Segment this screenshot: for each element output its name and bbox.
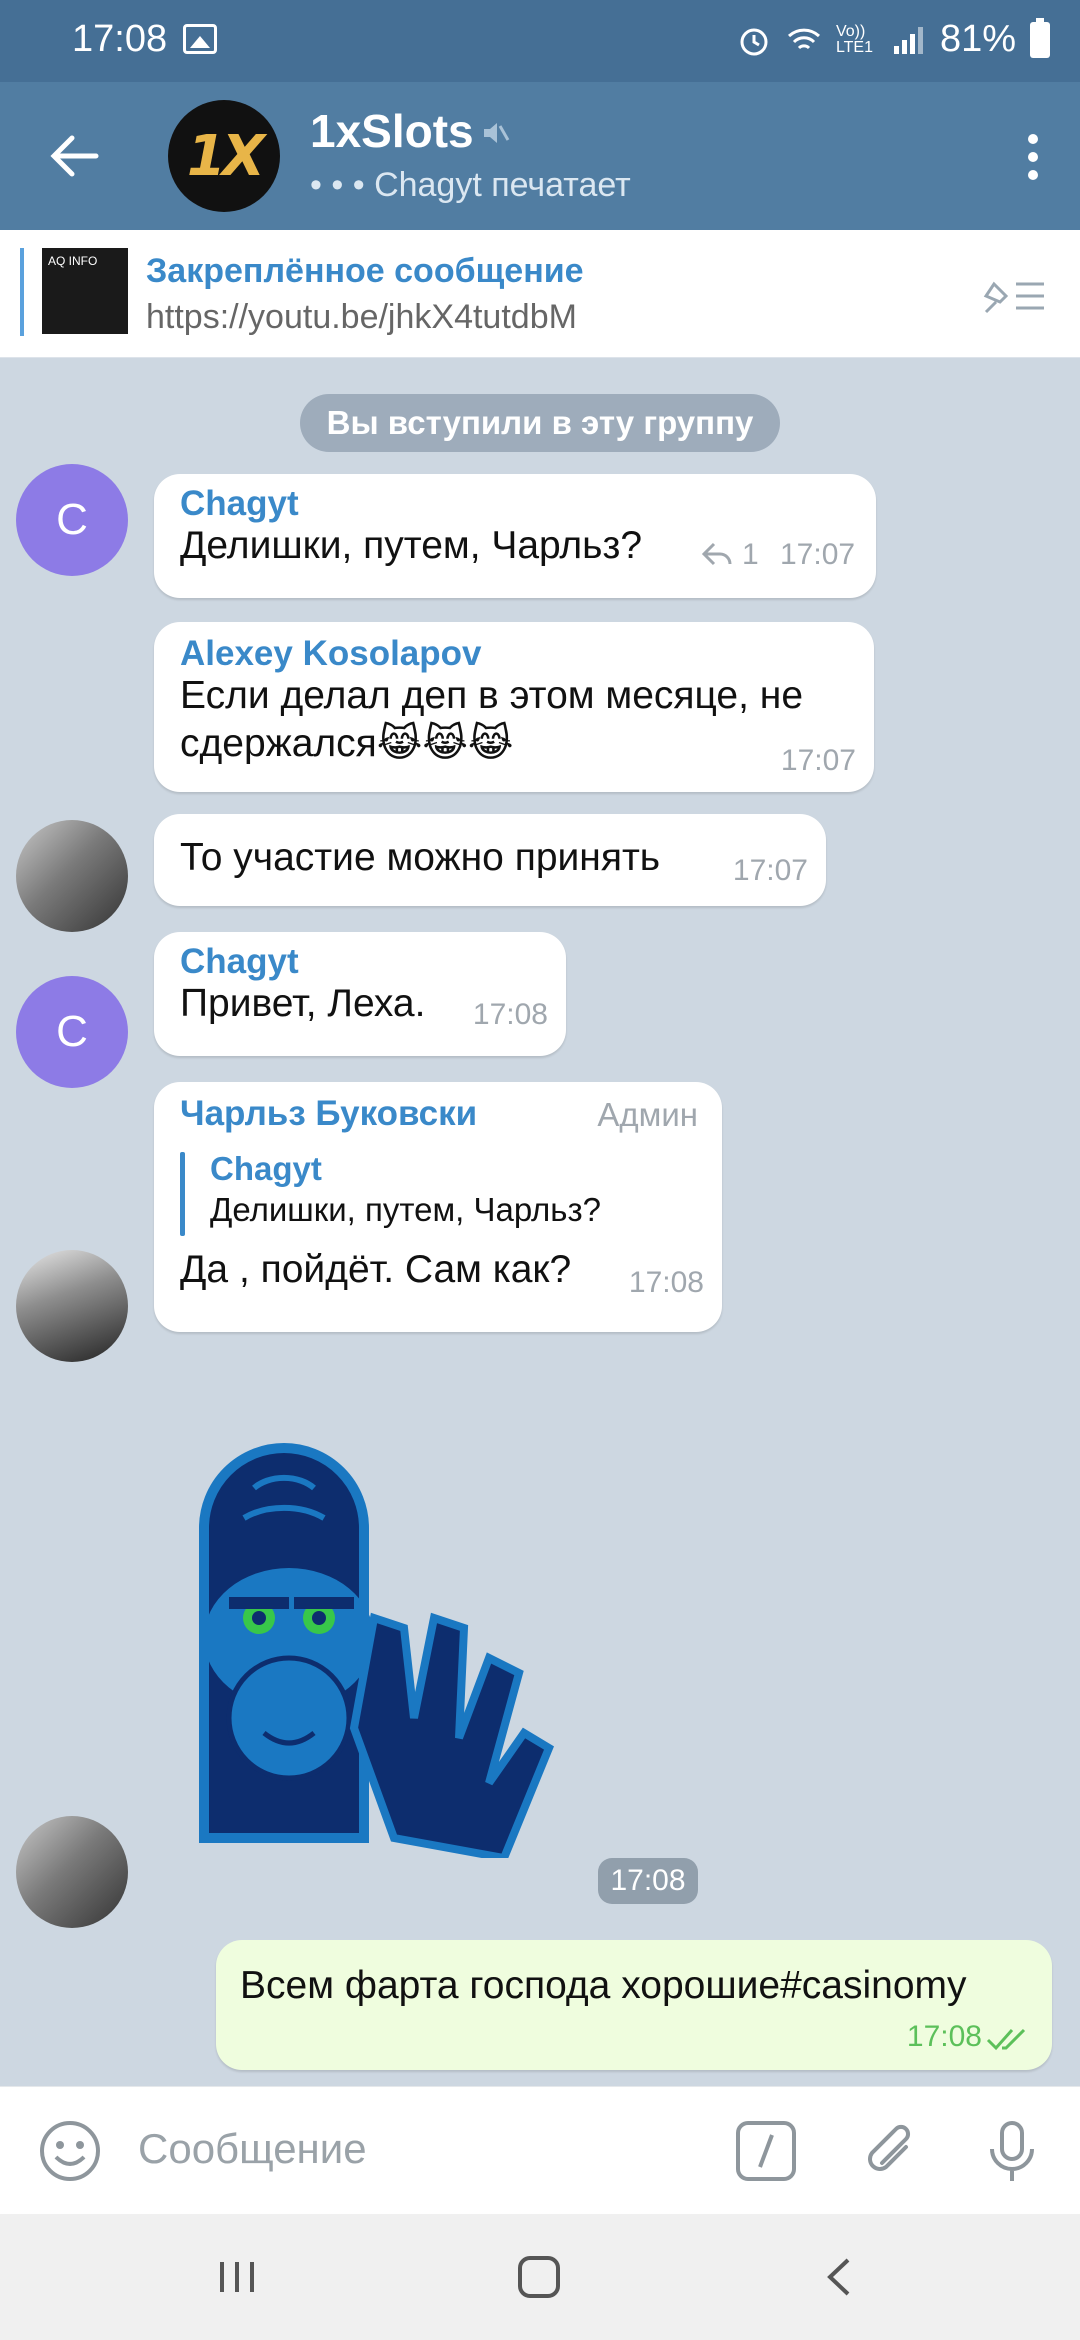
recent-apps-icon[interactable] — [212, 2252, 262, 2302]
chat-header: 1X 1xSlots • • • Chagyt печатает — [0, 82, 1080, 230]
message-bubble[interactable]: Чарльз Буковски Админ Chagyt Делишки, пу… — [154, 1082, 722, 1332]
message-bubble[interactable]: Chagyt Делишки, путем, Чарльз? 1 17:07 — [154, 474, 876, 598]
gallery-icon — [183, 24, 217, 54]
message-list[interactable]: Вы вступили в эту группу C Chagyt Делишк… — [0, 358, 1080, 2086]
nav-back-icon[interactable] — [816, 2252, 866, 2302]
message-sender[interactable]: Alexey Kosolapov — [180, 634, 482, 674]
typing-status: • • • Chagyt печатает — [310, 166, 631, 204]
message-text: То участие можно принять — [180, 836, 661, 879]
message-text: Делишки, путем, Чарльз? — [180, 524, 643, 567]
message-input[interactable]: Сообщение — [138, 2125, 367, 2173]
microphone-icon[interactable] — [978, 2117, 1046, 2185]
avatar[interactable] — [16, 1250, 128, 1362]
avatar[interactable]: C — [16, 464, 128, 576]
reply-text: Делишки, путем, Чарльз? — [210, 1191, 601, 1228]
message-sender[interactable]: Chagyt — [180, 942, 299, 982]
sticker-time: 17:08 — [598, 1858, 698, 1904]
message-time: 17:07 — [780, 538, 856, 571]
reply-quote-bar — [180, 1152, 185, 1236]
avatar[interactable]: C — [16, 976, 128, 1088]
message-bubble[interactable]: Chagyt Привет, Леха. 17:08 — [154, 932, 566, 1056]
message-bubble[interactable]: Alexey Kosolapov Если делал деп в этом м… — [154, 622, 874, 792]
pinned-thumb-text: AQ INFO — [48, 254, 98, 268]
message-time: 17:07 — [780, 744, 856, 777]
message-time: 17:08 — [906, 2020, 982, 2053]
status-bar: 17:08 Vo)) LTE1 81% — [0, 0, 1080, 82]
message-text: Да , пойдёт. Сам как? — [180, 1248, 572, 1291]
message-sender[interactable]: Чарльз Буковски — [180, 1094, 477, 1134]
gorilla-sticker[interactable] — [164, 1418, 604, 1858]
service-message: Вы вступили в эту группу — [300, 394, 780, 452]
avatar-letter: C — [56, 1007, 88, 1056]
reply-sender[interactable]: Chagyt — [210, 1150, 322, 1188]
avatar[interactable] — [16, 820, 128, 932]
admin-badge: Админ — [597, 1096, 698, 1133]
pinned-title: Закреплённое сообщение — [146, 252, 584, 290]
back-arrow-icon[interactable] — [44, 126, 104, 186]
pinned-text: https://youtu.be/jhkX4tutdbM — [146, 298, 577, 336]
avatar-letter: C — [56, 495, 88, 544]
bot-commands-icon[interactable] — [732, 2117, 800, 2185]
message-bubble[interactable]: То участие можно принять 17:07 — [154, 814, 826, 906]
emoji-icon[interactable] — [36, 2117, 104, 2185]
read-checkmarks-icon — [986, 2028, 1026, 2051]
message-time: 17:08 — [472, 998, 548, 1031]
home-icon[interactable] — [514, 2252, 564, 2302]
wifi-icon — [787, 28, 820, 49]
alarm-icon — [740, 28, 768, 55]
battery-icon — [1030, 17, 1050, 58]
more-options-icon[interactable] — [1028, 134, 1040, 182]
message-text: Всем фарта господа хорошие#casinomy — [240, 1964, 967, 2007]
avatar[interactable] — [16, 1816, 128, 1928]
chat-title[interactable]: 1xSlots — [310, 104, 474, 158]
pinned-list-icon[interactable] — [980, 270, 1050, 320]
status-time: 17:08 — [72, 18, 168, 60]
pinned-indicator — [20, 248, 24, 336]
group-avatar[interactable]: 1X — [168, 100, 280, 212]
network-label: Vo)) LTE1 — [835, 22, 873, 56]
avatar-logo-text: 1X — [186, 123, 265, 189]
message-sender[interactable]: Chagyt — [180, 484, 299, 524]
message-text: Привет, Леха. — [180, 982, 426, 1025]
mute-icon — [484, 123, 510, 143]
outgoing-message-bubble[interactable]: Всем фарта господа хорошие#casinomy 17:0… — [216, 1940, 1052, 2070]
status-icons: Vo)) LTE1 81% — [736, 17, 1050, 61]
attach-icon[interactable] — [856, 2117, 924, 2185]
pinned-message[interactable]: AQ INFO Закреплённое сообщение https://y… — [0, 230, 1080, 358]
message-input-bar: Сообщение — [0, 2086, 1080, 2214]
system-nav-bar — [0, 2214, 1080, 2340]
message-time: 17:08 — [628, 1266, 704, 1299]
pinned-thumbnail: AQ INFO — [42, 248, 128, 334]
reply-icon — [701, 542, 732, 566]
reply-count: 1 — [742, 538, 759, 571]
typing-text: Chagyt печатает — [374, 166, 631, 204]
battery-percent: 81% — [939, 18, 1016, 60]
message-text: Если делал деп в этом месяце, не сдержал… — [180, 674, 804, 765]
message-time: 17:07 — [732, 854, 808, 887]
signal-icon — [893, 26, 923, 54]
